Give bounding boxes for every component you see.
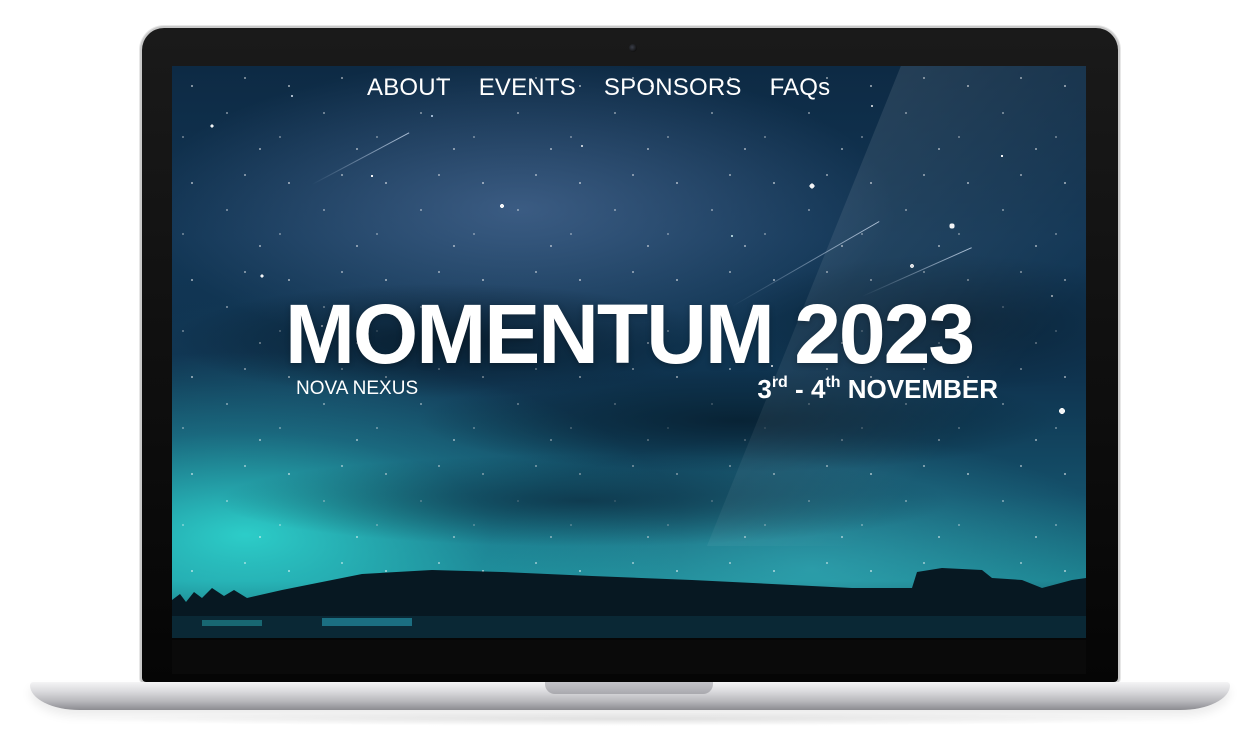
event-date: 3rd - 4th NOVEMBER — [757, 374, 998, 405]
nav-link-faqs[interactable]: FAQs — [770, 74, 831, 102]
reflection-highlight — [202, 620, 262, 626]
laptop-shadow — [60, 712, 1200, 726]
website-screen: ABOUT EVENTS SPONSORS FAQs MOMENTUM 2023… — [172, 66, 1086, 638]
end-day: 4 — [810, 374, 826, 404]
main-nav: ABOUT EVENTS SPONSORS FAQs — [367, 74, 830, 102]
water-reflection — [172, 616, 1086, 638]
nav-link-about[interactable]: ABOUT — [367, 74, 451, 102]
screen-bottom-bezel — [172, 640, 1086, 674]
start-day: 3 — [757, 374, 772, 404]
event-title: MOMENTUM 2023 — [284, 287, 975, 381]
mockup-stage: ABOUT EVENTS SPONSORS FAQs MOMENTUM 2023… — [0, 0, 1260, 756]
laptop-base — [30, 682, 1230, 710]
date-separator: - — [787, 374, 811, 404]
event-month: NOVEMBER — [847, 374, 998, 404]
start-day-suffix: rd — [771, 374, 788, 391]
reflection-highlight — [322, 618, 412, 626]
nav-link-events[interactable]: EVENTS — [479, 74, 576, 102]
organizer-name: NOVA NEXUS — [296, 378, 419, 399]
lid-open-notch — [545, 682, 713, 694]
webcam-icon — [629, 44, 637, 52]
nav-link-sponsors[interactable]: SPONSORS — [604, 74, 742, 102]
horizon-silhouette — [172, 568, 1086, 638]
laptop-lid: ABOUT EVENTS SPONSORS FAQs MOMENTUM 2023… — [142, 28, 1118, 682]
end-day-suffix: th — [825, 374, 841, 391]
